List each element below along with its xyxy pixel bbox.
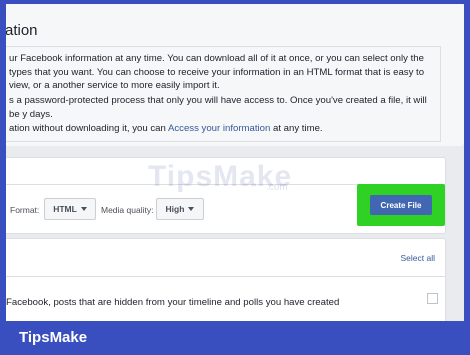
chevron-down-icon: [188, 207, 195, 211]
create-file-button[interactable]: Create File: [370, 195, 432, 215]
access-information-link[interactable]: Access your information: [168, 123, 270, 134]
footer-bar: TipsMake: [0, 321, 470, 355]
format-value: HTML: [53, 204, 77, 214]
media-quality-label: Media quality:: [101, 205, 154, 215]
frame-border-left: [0, 0, 6, 355]
frame-border-top: [0, 0, 470, 4]
page-title: ation: [5, 22, 38, 39]
list-item-checkbox[interactable]: [427, 293, 438, 304]
format-label: Format:: [10, 205, 40, 215]
list-divider: [0, 276, 445, 277]
chevron-down-icon: [80, 207, 87, 211]
info-paragraph-3: ation without downloading it, you can Ac…: [9, 122, 439, 136]
access-prefix: ation without downloading it, you can: [9, 123, 168, 134]
info-paragraph-2: s a password-protected process that only…: [9, 95, 427, 120]
select-all-link[interactable]: Select all: [401, 253, 436, 263]
list-item-description: Facebook, posts that are hidden from you…: [6, 297, 340, 308]
format-select[interactable]: HTML: [44, 198, 96, 220]
create-file-highlight: Create File: [357, 184, 445, 226]
access-suffix: at any time.: [270, 123, 323, 134]
data-list-card: Select all Facebook, posts that are hidd…: [0, 238, 446, 330]
media-quality-value: High: [165, 204, 185, 214]
frame-border-right: [464, 0, 470, 355]
watermark-suffix: .com: [266, 182, 288, 193]
screenshot-frame: ation ur Facebook information at any tim…: [0, 0, 470, 355]
info-paragraph-1: ur Facebook information at any time. You…: [9, 53, 425, 91]
media-quality-select[interactable]: High: [156, 198, 204, 220]
footer-brand: TipsMake: [19, 329, 88, 346]
